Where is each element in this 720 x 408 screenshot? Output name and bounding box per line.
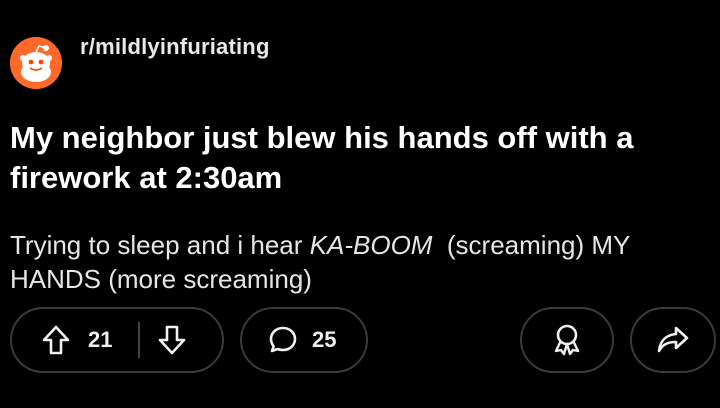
arrow-up-outline-icon xyxy=(42,325,70,355)
vote-control: 21 xyxy=(10,307,224,373)
award-ribbon-icon xyxy=(554,324,580,356)
speech-bubble-icon xyxy=(269,326,297,353)
post-title: My neighbor just blew his hands off with… xyxy=(10,120,634,195)
award-button[interactable] xyxy=(520,307,614,373)
vote-count: 21 xyxy=(88,327,113,352)
comment-count: 25 xyxy=(312,327,337,352)
subreddit-avatar[interactable] xyxy=(10,37,62,89)
post-body: Trying to sleep and i hear KA-BOOM (scre… xyxy=(10,228,715,296)
post-header: r/mildlyinfuriating xyxy=(10,22,269,89)
vote-divider xyxy=(138,322,141,358)
downvote-button[interactable] xyxy=(158,324,186,356)
subreddit-name[interactable]: r/mildlyinfuriating xyxy=(80,34,270,60)
post-action-bar: 21 25 xyxy=(10,307,716,375)
upvote-button[interactable] xyxy=(42,324,70,356)
post-body-emphasis: KA-BOOM xyxy=(309,230,433,260)
comments-button[interactable]: 25 xyxy=(240,307,368,373)
share-arrow-icon xyxy=(657,326,689,353)
post-body-text-1: Trying to sleep and i hear xyxy=(10,230,310,260)
arrow-down-outline-icon xyxy=(159,325,186,355)
reddit-snoo-avatar-icon xyxy=(10,37,62,89)
share-button[interactable] xyxy=(630,307,716,373)
